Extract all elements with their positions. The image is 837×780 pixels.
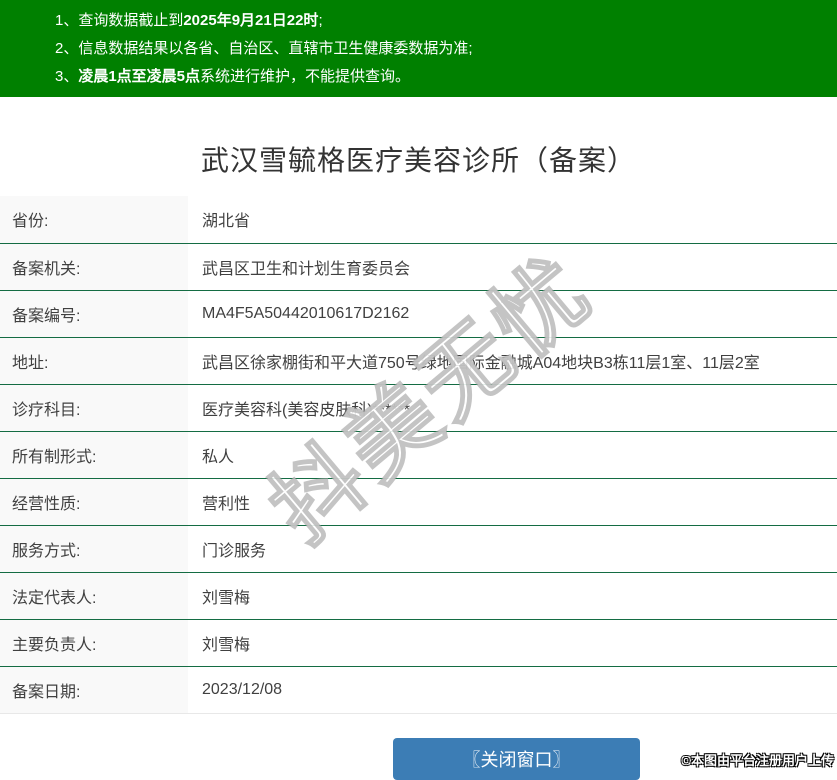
field-value: 刘雪梅 <box>188 619 837 666</box>
table-row: 备案日期: 2023/12/08 <box>0 666 837 713</box>
table-row: 备案机关: 武昌区卫生和计划生育委员会 <box>0 243 837 290</box>
field-label: 地址: <box>0 337 188 384</box>
field-value: 医疗美容科(美容皮肤科)****** <box>188 384 837 431</box>
credit-watermark: ©本图由平台注册用户上传 <box>681 750 834 769</box>
notice-line-3-pre: 3、 <box>55 68 78 85</box>
field-value: 武昌区卫生和计划生育委员会 <box>188 243 837 290</box>
notice-line-3-post: 系统进行维护，不能提供查询。 <box>200 68 410 85</box>
notice-line-1: 1、查询数据截止到2025年9月21日22时; <box>55 7 827 35</box>
field-value: 武昌区徐家棚街和平大道750号绿地国际金融城A04地块B3栋11层1室、11层2… <box>188 337 837 384</box>
field-value: 私人 <box>188 431 837 478</box>
field-label: 主要负责人: <box>0 619 188 666</box>
notice-line-1-post: ; <box>318 12 322 29</box>
field-label: 所有制形式: <box>0 431 188 478</box>
notice-line-3-bold: 凌晨1点至凌晨5点 <box>78 68 200 85</box>
field-label: 备案机关: <box>0 243 188 290</box>
table-row: 所有制形式: 私人 <box>0 431 837 478</box>
field-value: 湖北省 <box>188 196 837 243</box>
field-value: 刘雪梅 <box>188 572 837 619</box>
close-window-button[interactable]: 〖关闭窗口〗 <box>393 738 640 780</box>
facility-info-table-body: 省份: 湖北省 备案机关: 武昌区卫生和计划生育委员会 备案编号: MA4F5A… <box>0 196 837 713</box>
field-label: 服务方式: <box>0 525 188 572</box>
field-value: 门诊服务 <box>188 525 837 572</box>
table-row: 法定代表人: 刘雪梅 <box>0 572 837 619</box>
field-value: 营利性 <box>188 478 837 525</box>
field-label: 法定代表人: <box>0 572 188 619</box>
table-row: 主要负责人: 刘雪梅 <box>0 619 837 666</box>
notice-bar: 1、查询数据截止到2025年9月21日22时; 2、信息数据结果以各省、自治区、… <box>0 0 837 97</box>
table-row: 诊疗科目: 医疗美容科(美容皮肤科)****** <box>0 384 837 431</box>
notice-line-1-pre: 1、查询数据截止到 <box>55 12 183 29</box>
field-value: 2023/12/08 <box>188 666 837 713</box>
notice-line-2-pre: 2、信息数据结果以各省、自治区、直辖市卫生健康委数据为准; <box>55 40 473 57</box>
field-label: 诊疗科目: <box>0 384 188 431</box>
table-row: 服务方式: 门诊服务 <box>0 525 837 572</box>
page-title: 武汉雪毓格医疗美容诊所（备案） <box>0 139 837 179</box>
table-row: 经营性质: 营利性 <box>0 478 837 525</box>
notice-line-1-bold: 2025年9月21日22时 <box>183 12 318 29</box>
notice-line-2: 2、信息数据结果以各省、自治区、直辖市卫生健康委数据为准; <box>55 35 827 63</box>
field-label: 省份: <box>0 196 188 243</box>
field-label: 备案编号: <box>0 290 188 337</box>
table-row: 地址: 武昌区徐家棚街和平大道750号绿地国际金融城A04地块B3栋11层1室、… <box>0 337 837 384</box>
field-label: 经营性质: <box>0 478 188 525</box>
table-row: 省份: 湖北省 <box>0 196 837 243</box>
notice-line-3: 3、凌晨1点至凌晨5点系统进行维护，不能提供查询。 <box>55 63 827 91</box>
field-value: MA4F5A50442010617D2162 <box>188 290 837 337</box>
field-label: 备案日期: <box>0 666 188 713</box>
table-row: 备案编号: MA4F5A50442010617D2162 <box>0 290 837 337</box>
facility-info-table: 省份: 湖北省 备案机关: 武昌区卫生和计划生育委员会 备案编号: MA4F5A… <box>0 196 837 714</box>
